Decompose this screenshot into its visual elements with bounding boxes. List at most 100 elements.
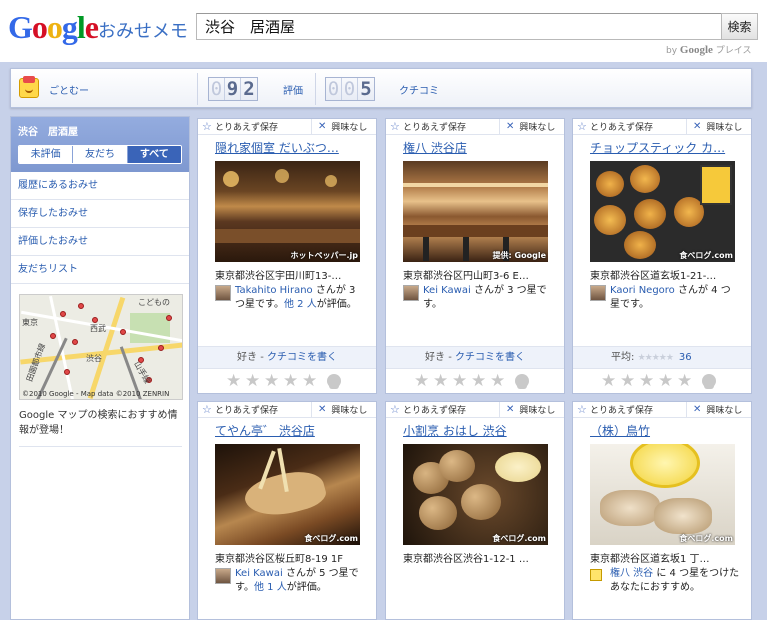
restaurant-photo[interactable]: 食べログ.com [590,444,735,545]
rating-star-icon[interactable]: ★ [302,371,321,391]
not-interested-button[interactable]: ✕ 興味なし [687,119,751,134]
average-stars-icon: ★★★★★ [637,353,674,363]
restaurant-name-link[interactable]: （株）鳥竹 [590,422,748,439]
rating-star-icon[interactable]: ★ [264,371,283,391]
sidebar-item-saved[interactable]: 保存したおみせ [11,200,189,228]
rating-star-icon[interactable]: ★ [490,371,509,391]
food-shape [596,171,624,197]
user-name-link[interactable]: ごとむー [49,82,89,97]
map-pin[interactable] [120,329,126,335]
ratings-digit: 9 [225,78,241,100]
filter-unrated[interactable]: 未評価 [19,146,74,163]
save-button[interactable]: ☆ とりあえず保存 [386,119,500,134]
avatar[interactable] [215,568,231,584]
sidebar-item-friends[interactable]: 友だちリスト [11,256,189,284]
save-button[interactable]: ☆ とりあえず保存 [198,402,312,417]
map-pin[interactable] [50,333,56,339]
reviewer-link[interactable]: Takahito Hirano [235,285,313,296]
rating-star-icon[interactable]: ★ [658,371,677,391]
not-interested-button[interactable]: ✕ 興味なし [500,402,564,417]
reviews-link[interactable]: クチコミ [399,82,439,97]
write-review-link[interactable]: クチコミを書く [267,352,337,363]
rating-star-icon[interactable]: ★ [677,371,696,391]
dislike-icon[interactable] [702,374,716,389]
restaurant-photo[interactable]: ホットペッパー.jp [215,161,360,262]
toolbar-divider [197,73,198,105]
related-place-link[interactable]: 権八 渋谷 [610,568,653,579]
card-actions: ☆ とりあえず保存 ✕ 興味なし [198,402,376,418]
photo-credit: 食べログ.com [679,251,733,260]
photo-credit: 食べログ.com [679,534,733,543]
user-avatar-icon[interactable] [19,76,39,98]
map-pin[interactable] [166,315,172,321]
map-pin[interactable] [158,345,164,351]
rating-star-icon[interactable]: ★ [245,371,264,391]
save-button[interactable]: ☆ とりあえず保存 [198,119,312,134]
save-button[interactable]: ☆ とりあえず保存 [386,402,500,417]
not-interested-button[interactable]: ✕ 興味なし [687,402,751,417]
ratings-link[interactable]: 評価 [283,82,303,97]
map-thumbnail[interactable]: 東京 西武 こどもの 渋谷 山手線 田園都市線 ©2010 Google - M… [19,294,183,400]
reviewer-link[interactable]: Kaori Negoro [610,285,675,296]
sidebar-item-history[interactable]: 履歴にあるおみせ [11,172,189,200]
review-snippet: Kei Kawai さんが 5 つ星です。他 1 人が評価。 [215,567,365,597]
close-icon: ✕ [693,121,702,132]
dislike-icon[interactable] [327,374,341,389]
google-logo[interactable]: Google [8,9,99,45]
avatar[interactable] [215,285,231,301]
restaurant-address: 東京都渋谷区道玄坂1 丁… [590,554,710,565]
rating-star-icon[interactable]: ★ [452,371,471,391]
friends-link[interactable]: 他 1 人 [254,582,287,593]
restaurant-name-link[interactable]: 権八 渋谷店 [403,139,561,156]
save-button[interactable]: ☆ とりあえず保存 [573,119,687,134]
restaurant-photo[interactable]: 食べログ.com [215,444,360,545]
rating-count-link[interactable]: 36 [679,352,692,363]
ratings-counter: 0 9 2 [208,77,258,101]
close-icon: ✕ [506,121,515,132]
place-badge-icon [590,569,602,581]
restaurant-photo[interactable]: 食べログ.com [590,161,735,262]
restaurant-address: 東京都渋谷区円山町3-6 E… [403,271,529,282]
restaurant-name-link[interactable]: 小割烹 おはし 渋谷 [403,422,561,439]
avatar[interactable] [590,285,606,301]
write-review-link[interactable]: クチコミを書く [455,352,525,363]
map-pin[interactable] [60,311,66,317]
rating-star-icon[interactable]: ★ [283,371,302,391]
restaurant-name-link[interactable]: 隠れ家個室 だいぶつ… [215,139,373,156]
header: Google おみせメモ 検索 by Google プレイス [0,0,767,62]
restaurant-address: 東京都渋谷区桜丘町8-19 1F [215,554,343,565]
map-pin[interactable] [72,339,78,345]
rating-star-icon[interactable]: ★ [414,371,433,391]
rating-star-icon[interactable]: ★ [433,371,452,391]
card-actions: ☆ とりあえず保存 ✕ 興味なし [386,402,564,418]
reviewer-link[interactable]: Kei Kawai [235,568,283,579]
rating-star-icon[interactable]: ★ [471,371,490,391]
save-button[interactable]: ☆ とりあえず保存 [573,402,687,417]
rating-star-icon[interactable]: ★ [620,371,639,391]
dislike-icon[interactable] [515,374,529,389]
filter-all[interactable]: すべて [127,146,181,163]
rating-star-icon[interactable]: ★ [601,371,620,391]
restaurant-name-link[interactable]: てやん亭゛ 渋谷店 [215,422,373,439]
friends-link[interactable]: 他 2 人 [284,299,317,310]
not-interested-button[interactable]: ✕ 興味なし [500,119,564,134]
rating-star-icon[interactable]: ★ [639,371,658,391]
photo-credit: ホットペッパー.jp [290,251,358,260]
filter-friends[interactable]: 友だち [73,146,128,163]
restaurant-card: ☆ とりあえず保存 ✕ 興味なし 小割烹 おはし 渋谷 食べログ.com 東京都渋谷… [385,401,565,620]
map-pin[interactable] [64,369,70,375]
rating-star-icon[interactable]: ★ [226,371,245,391]
map-pin[interactable] [78,303,84,309]
search-input[interactable] [196,13,722,40]
restaurant-name-link[interactable]: チョップスティック カ… [590,139,748,156]
not-interested-button[interactable]: ✕ 興味なし [312,402,376,417]
avatar[interactable] [403,285,419,301]
sidebar-item-rated[interactable]: 評価したおみせ [11,228,189,256]
not-interested-button[interactable]: ✕ 興味なし [312,119,376,134]
review-snippet: 権八 渋谷 に 4 つ星をつけたあなたにおすすめ。 [590,567,740,597]
reviewer-link[interactable]: Kei Kawai [423,285,471,296]
restaurant-photo[interactable]: 提供: Google [403,161,548,262]
restaurant-photo[interactable]: 食べログ.com [403,444,548,545]
reviews-digit: 0 [342,78,358,100]
search-button[interactable]: 検索 [721,13,758,40]
